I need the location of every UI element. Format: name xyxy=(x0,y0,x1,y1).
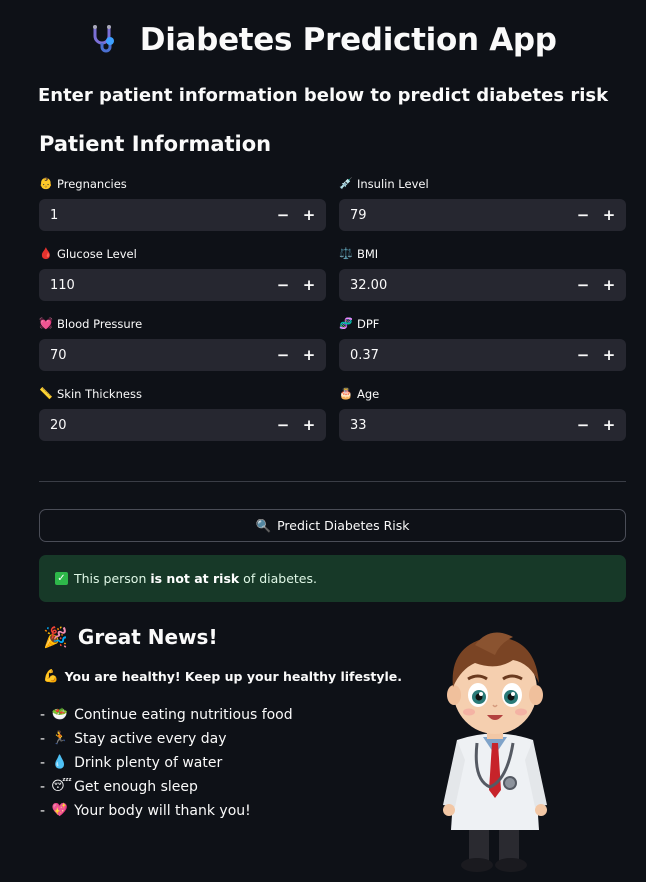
input-value[interactable]: 110 xyxy=(39,278,270,293)
cake-icon: 🎂 xyxy=(339,387,353,400)
stethoscope-icon xyxy=(89,22,130,58)
list-item: - 🏃 Stay active every day xyxy=(40,727,293,751)
field-label: Insulin Level xyxy=(357,177,429,191)
scale-icon: ⚖️ xyxy=(339,247,353,260)
result-text: This person is not at risk of diabetes. xyxy=(74,571,317,586)
blood-pressure-input[interactable]: 70 − + xyxy=(39,339,326,371)
pregnancies-input[interactable]: 1 − + xyxy=(39,199,326,231)
field-bmi: ⚖️ BMI 32.00 − + xyxy=(339,244,626,301)
party-popper-icon: 🎉 xyxy=(43,625,68,649)
decrement-button[interactable]: − xyxy=(270,339,296,371)
result-prefix: This person xyxy=(74,571,151,586)
decrement-button[interactable]: − xyxy=(270,269,296,301)
input-value[interactable]: 32.00 xyxy=(339,278,570,293)
decrement-button[interactable]: − xyxy=(570,199,596,231)
list-item: - 💧 Drink plenty of water xyxy=(40,751,293,775)
field-label: Blood Pressure xyxy=(57,317,143,331)
field-label: Skin Thickness xyxy=(57,387,142,401)
syringe-icon: 💉 xyxy=(339,177,353,190)
decrement-button[interactable]: − xyxy=(270,199,296,231)
running-person-icon: 🏃 xyxy=(51,731,68,746)
decrement-button[interactable]: − xyxy=(570,269,596,301)
result-alert: ✓ This person is not at risk of diabetes… xyxy=(39,555,626,602)
sleeping-face-icon: 😴 xyxy=(51,779,72,794)
baby-icon: 👶 xyxy=(39,177,53,190)
input-value[interactable]: 33 xyxy=(339,418,570,433)
input-value[interactable]: 70 xyxy=(39,348,270,363)
increment-button[interactable]: + xyxy=(296,409,322,441)
field-label: Age xyxy=(357,387,380,401)
section-title: Patient Information xyxy=(39,132,272,156)
check-icon: ✓ xyxy=(55,572,68,585)
decrement-button[interactable]: − xyxy=(570,339,596,371)
insulin-level-input[interactable]: 79 − + xyxy=(339,199,626,231)
field-dpf: 🧬 DPF 0.37 − + xyxy=(339,314,626,371)
list-item: - 🥗 Continue eating nutritious food xyxy=(40,703,293,727)
ruler-icon: 📏 xyxy=(39,387,53,400)
list-item: - 💖 Your body will thank you! xyxy=(40,799,293,823)
predict-button[interactable]: 🔍 Predict Diabetes Risk xyxy=(39,509,626,542)
result-suffix: of diabetes. xyxy=(239,571,317,586)
list-item: - 😴 Get enough sleep xyxy=(40,775,293,799)
bmi-input[interactable]: 32.00 − + xyxy=(339,269,626,301)
field-pregnancies: 👶 Pregnancies 1 − + xyxy=(39,174,326,231)
field-blood-pressure: 💓 Blood Pressure 70 − + xyxy=(39,314,326,371)
heart-icon: 💓 xyxy=(39,317,53,330)
news-heading: 🎉 Great News! xyxy=(43,625,218,649)
glucose-level-input[interactable]: 110 − + xyxy=(39,269,326,301)
flexed-biceps-icon: 💪 xyxy=(43,668,59,683)
tips-list: - 🥗 Continue eating nutritious food - 🏃 St… xyxy=(40,703,293,823)
age-input[interactable]: 33 − + xyxy=(339,409,626,441)
increment-button[interactable]: + xyxy=(596,409,622,441)
increment-button[interactable]: + xyxy=(596,269,622,301)
input-value[interactable]: 79 xyxy=(339,208,570,223)
page-title: Diabetes Prediction App xyxy=(0,22,646,58)
increment-button[interactable]: + xyxy=(596,199,622,231)
field-label: DPF xyxy=(357,317,380,331)
cartoon-doctor-icon xyxy=(443,632,547,872)
healthy-text: You are healthy! Keep up your healthy li… xyxy=(64,668,403,684)
field-age: 🎂 Age 33 − + xyxy=(339,384,626,441)
water-drop-icon: 💧 xyxy=(51,755,68,770)
decrement-button[interactable]: − xyxy=(570,409,596,441)
healthy-message: 💪 You are healthy! Keep up your healthy … xyxy=(43,668,402,684)
increment-button[interactable]: + xyxy=(296,339,322,371)
result-bold: is not at risk xyxy=(150,571,240,586)
tip-text: Get enough sleep xyxy=(74,779,198,795)
field-label: Pregnancies xyxy=(57,177,127,191)
sparkling-heart-icon: 💖 xyxy=(51,803,68,818)
magnifier-icon: 🔍 xyxy=(255,517,272,533)
input-value[interactable]: 1 xyxy=(39,208,270,223)
increment-button[interactable]: + xyxy=(596,339,622,371)
field-label: Glucose Level xyxy=(57,247,137,261)
predict-button-label: Predict Diabetes Risk xyxy=(277,518,410,533)
tip-text: Stay active every day xyxy=(74,731,227,747)
blood-drop-icon: 🩸 xyxy=(39,247,53,260)
dpf-input[interactable]: 0.37 − + xyxy=(339,339,626,371)
increment-button[interactable]: + xyxy=(296,199,322,231)
field-glucose-level: 🩸 Glucose Level 110 − + xyxy=(39,244,326,301)
tip-text: Your body will thank you! xyxy=(74,803,251,819)
input-value[interactable]: 20 xyxy=(39,418,270,433)
increment-button[interactable]: + xyxy=(296,269,322,301)
salad-icon: 🥗 xyxy=(51,707,68,722)
title-text: Diabetes Prediction App xyxy=(139,22,557,58)
field-label: BMI xyxy=(357,247,379,261)
divider xyxy=(39,481,626,482)
dna-icon: 🧬 xyxy=(339,317,353,330)
decrement-button[interactable]: − xyxy=(270,409,296,441)
tip-text: Drink plenty of water xyxy=(74,755,223,771)
tip-text: Continue eating nutritious food xyxy=(74,707,293,723)
field-insulin-level: 💉 Insulin Level 79 − + xyxy=(339,174,626,231)
skin-thickness-input[interactable]: 20 − + xyxy=(39,409,326,441)
subtitle: Enter patient information below to predi… xyxy=(37,85,609,106)
input-value[interactable]: 0.37 xyxy=(339,348,570,363)
field-skin-thickness: 📏 Skin Thickness 20 − + xyxy=(39,384,326,441)
news-title: Great News! xyxy=(77,625,218,649)
